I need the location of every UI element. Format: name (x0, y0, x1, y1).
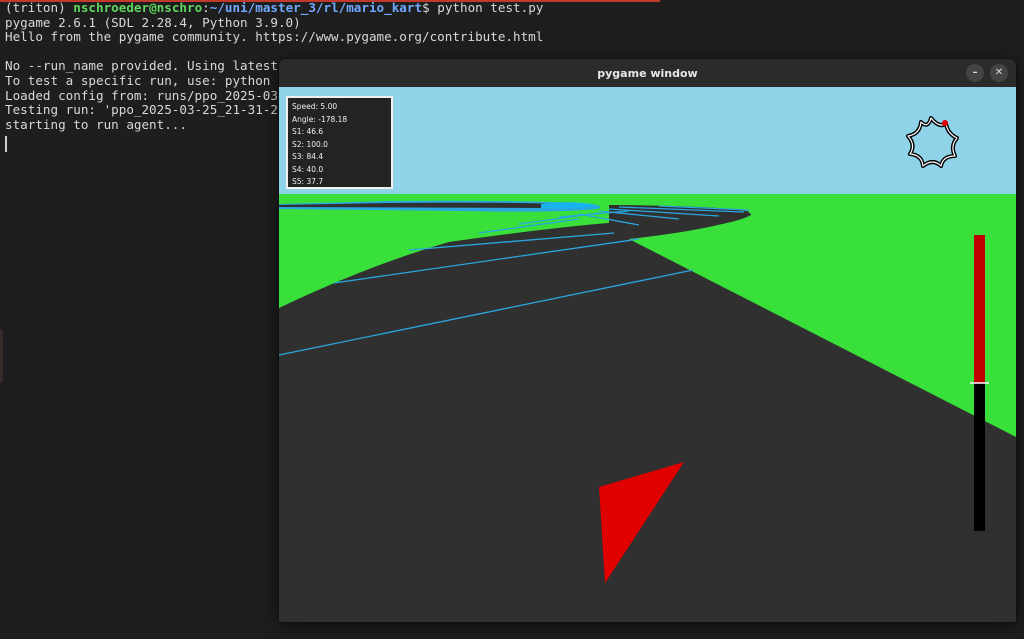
terminal-left-edge (0, 330, 3, 382)
prompt-command: python test.py (437, 0, 544, 15)
minimize-button[interactable]: – (966, 64, 984, 82)
hud-sensor-5: S5: 37.7 (292, 177, 324, 186)
pygame-window[interactable]: pygame window – ✕ Speed: 5.00 Angle: -17… (279, 59, 1016, 622)
terminal-progress-line (0, 0, 660, 2)
terminal-output-line: Hello from the pygame community. https:/… (5, 29, 544, 45)
window-title: pygame window (597, 66, 698, 80)
minimap-kart-dot (942, 120, 948, 126)
hud-sensor-3: S3: 84.4 (292, 152, 324, 161)
prompt-path: ~/uni/master_3/rl/mario_kart (209, 0, 423, 15)
prompt-user: nschroeder@nschro (73, 0, 203, 15)
close-button[interactable]: ✕ (990, 64, 1008, 82)
hud-angle: Angle: -178.18 (292, 114, 348, 124)
hud-speed: Speed: 5.00 (292, 102, 338, 111)
hud-sensor-4: S4: 40.0 (292, 164, 324, 174)
hud-sensor-1: S1: 46.6 (292, 127, 324, 136)
terminal-output-line: pygame 2.6.1 (SDL 2.28.4, Python 3.9.0) (5, 14, 301, 30)
hud-sensor-2: S2: 100.0 (292, 139, 328, 149)
terminal-prompt-line: (triton) nschroeder@nschro:~/uni/master_… (5, 0, 544, 15)
terminal-cursor (5, 136, 7, 153)
window-titlebar[interactable]: pygame window – ✕ (279, 59, 1016, 87)
hud-panel: Speed: 5.00 Angle: -178.18 S1: 46.6 S2: … (286, 96, 393, 189)
game-scene[interactable]: Speed: 5.00 Angle: -178.18 S1: 46.6 S2: … (279, 87, 1016, 622)
gauge-fill (974, 235, 985, 383)
